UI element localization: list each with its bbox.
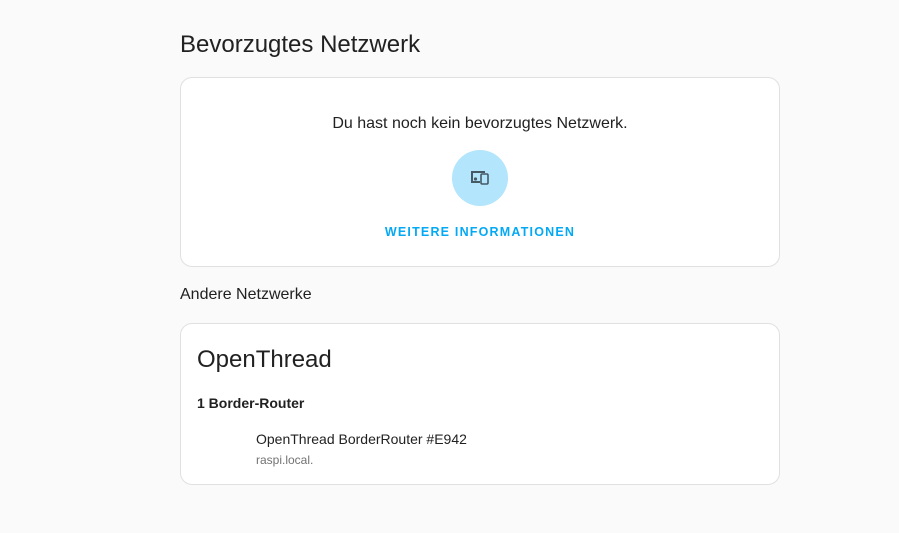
- border-router-host: raspi.local.: [256, 453, 314, 467]
- network-card: OpenThread 1 Border-Router OpenThread Bo…: [180, 323, 780, 485]
- border-router-list-item[interactable]: OpenThread BorderRouter #E942 raspi.loca…: [197, 430, 763, 470]
- border-router-count: 1 Border-Router: [197, 395, 305, 411]
- more-info-button[interactable]: WEITERE INFORMATIONEN: [181, 225, 779, 239]
- border-router-name: OpenThread BorderRouter #E942: [256, 431, 467, 447]
- devices-icon-graphic: [471, 171, 489, 185]
- other-networks-heading: Andere Netzwerke: [180, 286, 312, 303]
- devices-icon: [452, 150, 508, 206]
- page-title: Bevorzugtes Netzwerk: [180, 31, 421, 58]
- preferred-network-card: Du hast noch kein bevorzugtes Netzwerk. …: [180, 77, 780, 267]
- no-preferred-network-text: Du hast noch kein bevorzugtes Netzwerk.: [332, 115, 628, 132]
- network-name: OpenThread: [197, 346, 332, 373]
